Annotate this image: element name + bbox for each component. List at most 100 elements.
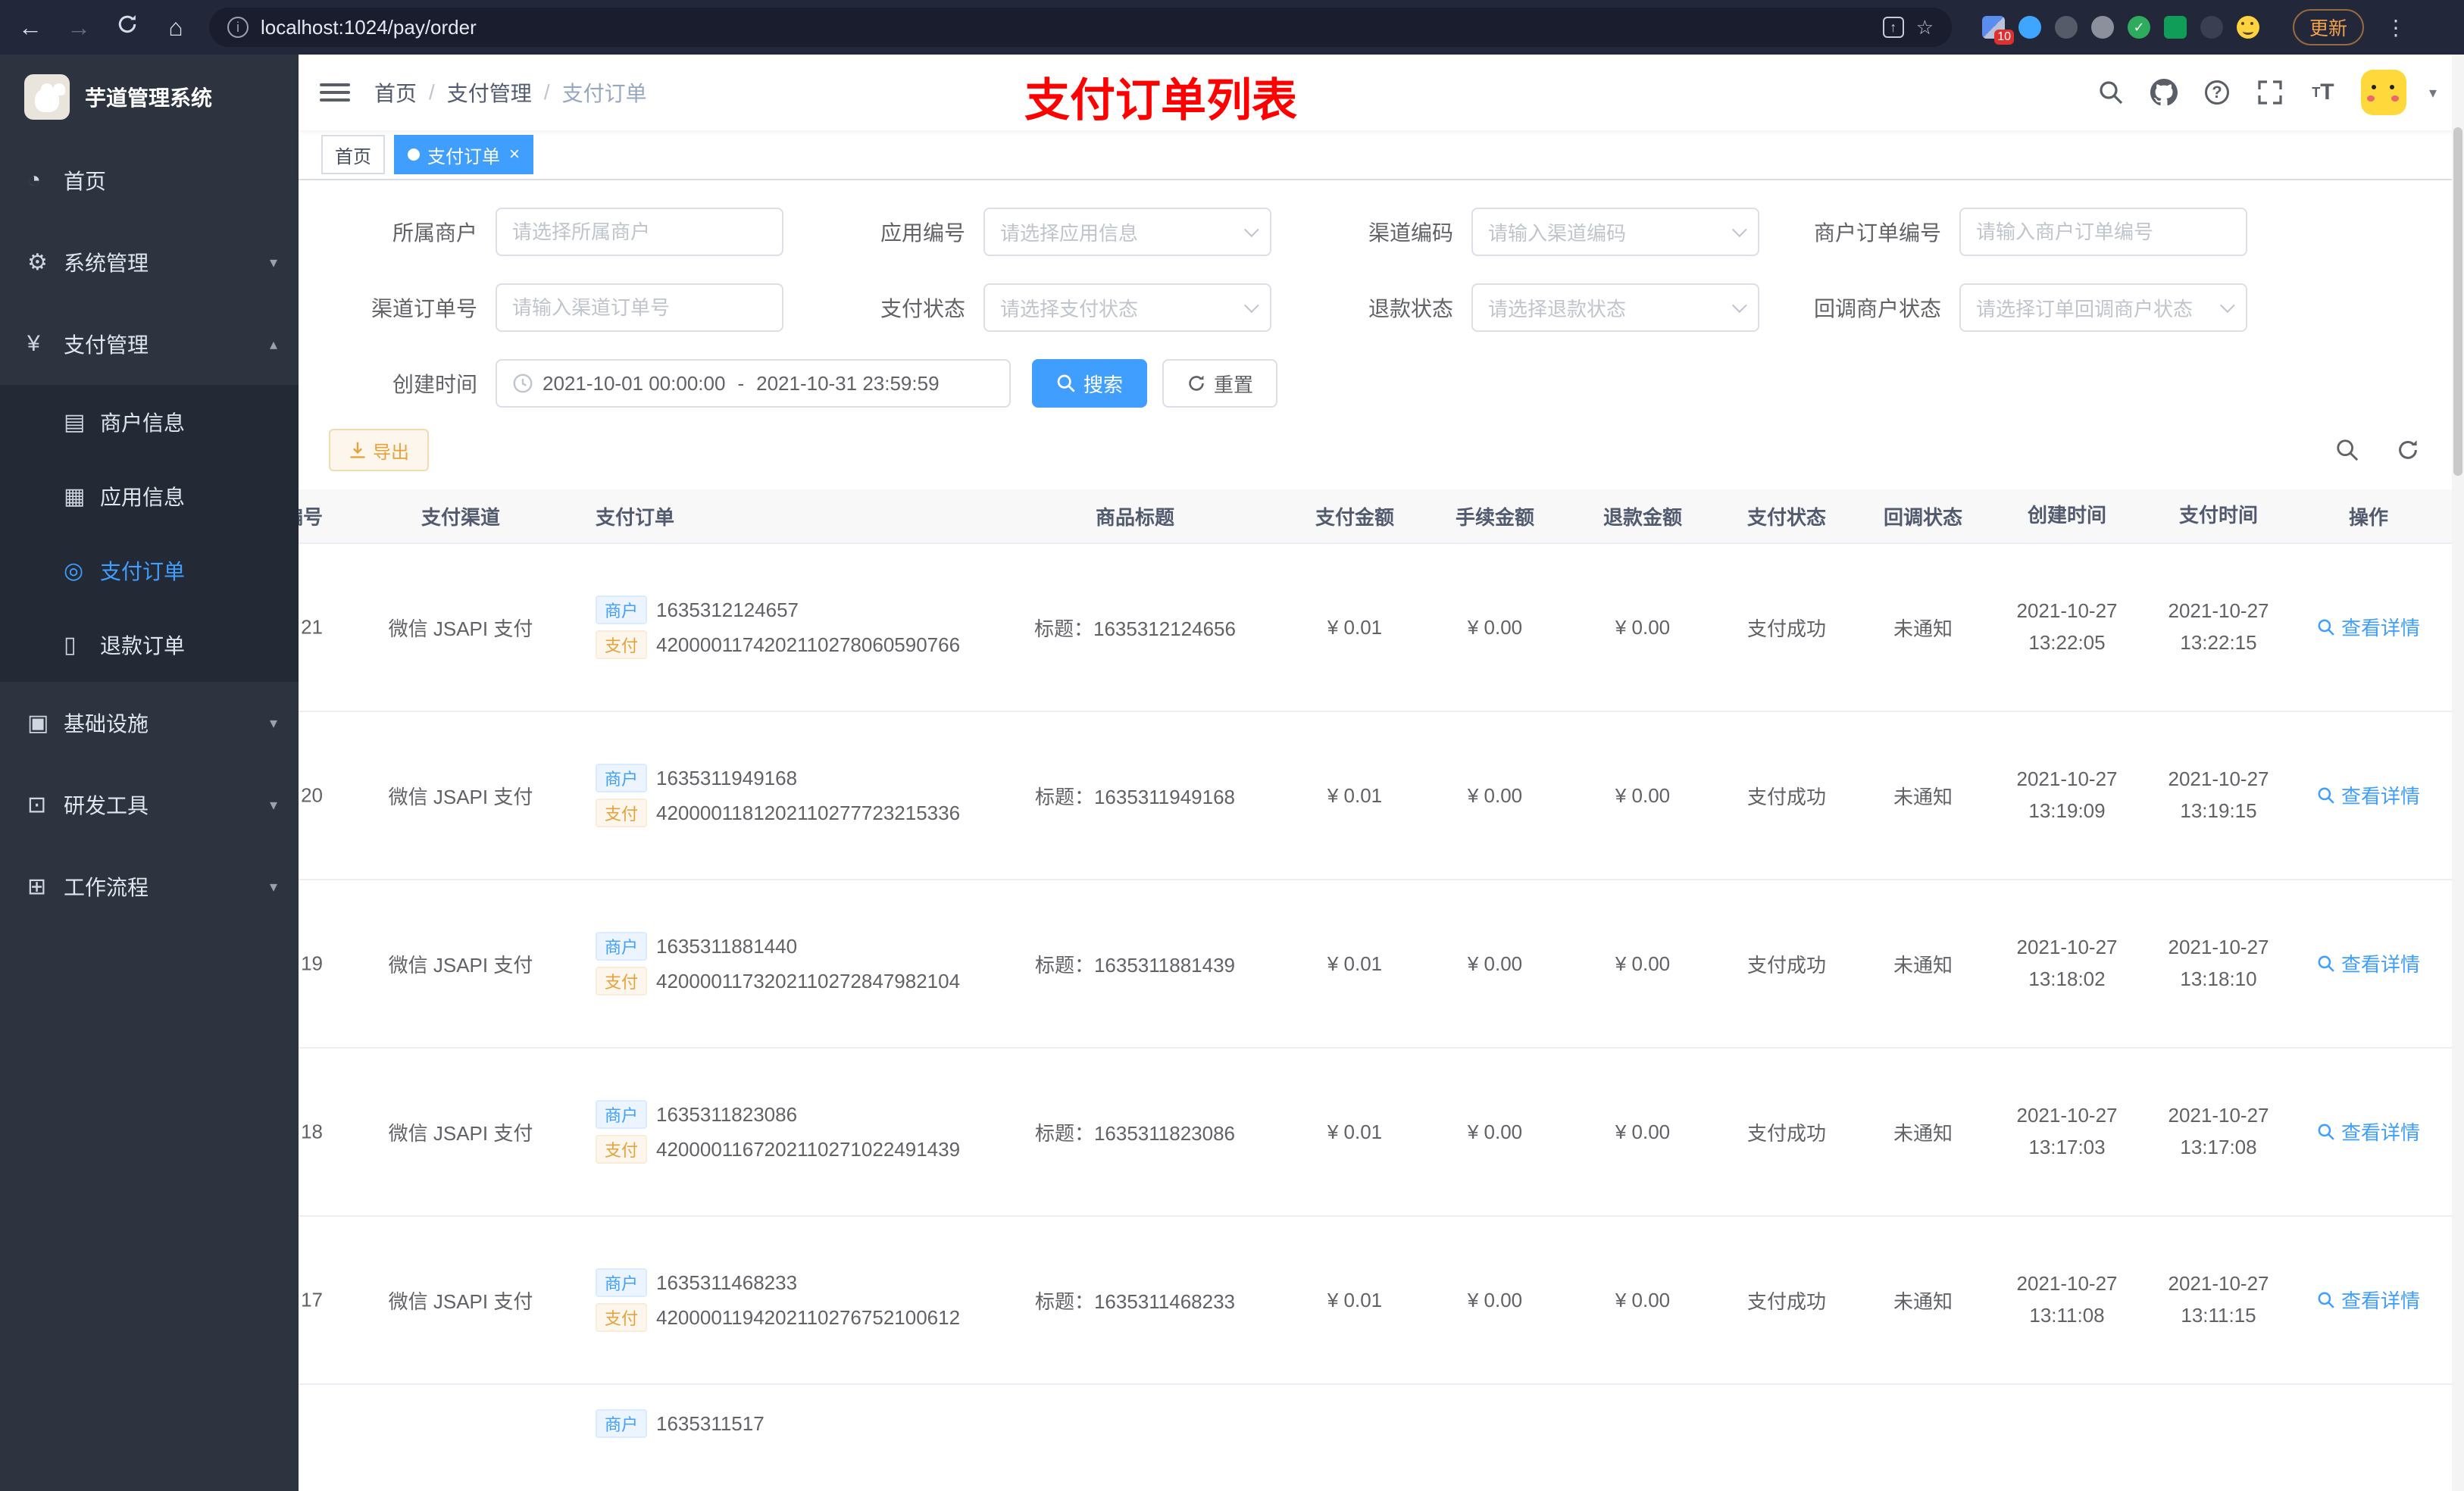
hide-search-icon[interactable] [2328,430,2367,470]
row-notify: 未通知 [1893,617,1953,640]
breadcrumb-home[interactable]: 首页 [374,77,417,108]
font-size-icon[interactable]: TT [2308,77,2338,108]
sidebar-item-system[interactable]: ⚙ 系统管理 ▾ [0,221,299,303]
col-notify: 回调状态 [1883,505,1962,529]
chevron-down-icon [2219,298,2235,314]
row-title: 标题：1635312124656 [1034,617,1236,640]
sidebar-item-pay[interactable]: ¥ 支付管理 ▴ [0,303,299,385]
view-detail-link[interactable]: 查看详情 [2317,1286,2420,1314]
row-paid: 2021-10-27 13:18:10 [2168,936,2269,990]
extension-green-square-icon[interactable] [2164,16,2187,39]
channel-order-no-input[interactable] [512,295,767,320]
view-detail-link[interactable]: 查看详情 [2317,781,2420,809]
sidebar-item-refund-order[interactable]: ▯ 退款订单 [0,608,299,682]
row-notify: 未通知 [1893,953,1953,977]
fullscreen-icon[interactable] [2255,77,2285,108]
bookmark-star-icon[interactable]: ☆ [1916,16,1934,39]
view-detail-link[interactable]: 查看详情 [2317,613,2420,641]
sidebar-item-merchant-info[interactable]: ▤ 商户信息 [0,385,299,459]
sidebar-item-home[interactable]: ◔ 首页 [0,139,299,221]
row-id: 19 [301,952,323,975]
reset-button[interactable]: 重置 [1162,359,1278,408]
filter-label-channel-code: 渠道编码 [1368,221,1453,245]
channel-code-select[interactable]: 请输入渠道编码 [1471,208,1759,256]
extension-pin-icon[interactable] [2200,16,2223,39]
pay-status-select[interactable]: 请选择支付状态 [983,283,1271,332]
filter-label-refund-status: 退款状态 [1368,297,1453,320]
chevron-down-icon[interactable]: ▾ [2429,83,2437,102]
site-info-icon[interactable]: i [227,17,249,38]
channel-order-no-field[interactable] [496,283,783,332]
row-amount: ¥ 0.01 [1327,783,1383,807]
merchant-select[interactable] [496,208,783,256]
sidebar-item-workflow[interactable]: ⊞ 工作流程 ▾ [0,846,299,927]
scrollbar-thumb[interactable] [2453,127,2462,476]
user-avatar[interactable] [2360,70,2406,115]
app-logo-row[interactable]: 芋道管理系统 [0,55,299,139]
profile-avatar-icon[interactable] [2237,16,2259,39]
merchant-order-no-field[interactable] [1959,208,2247,256]
date-range-picker[interactable]: 2021-10-01 00:00:00 - 2021-10-31 23:59:5… [496,359,1011,408]
url-text[interactable]: localhost:1024/pay/order [261,16,1871,39]
tab-home[interactable]: 首页 [321,135,385,174]
browser-back-icon[interactable]: ← [15,14,45,42]
row-created: 2021-10-27 13:11:08 [2016,1272,2118,1327]
extension-gray-icon[interactable] [2091,16,2114,39]
col-amount: 支付金额 [1315,505,1394,529]
row-paid: 2021-10-27 13:22:15 [2168,599,2269,654]
date-start-value[interactable]: 2021-10-01 00:00:00 [543,372,725,395]
sidebar-toggle-icon[interactable] [320,77,350,108]
search-icon[interactable] [2096,77,2126,108]
row-fee: ¥ 0.00 [1467,1120,1523,1143]
sidebar-item-infra[interactable]: ▣ 基础设施 ▾ [0,682,299,764]
monitor-icon: ▣ [27,710,49,736]
chevron-down-icon: ▾ [269,714,277,732]
extension-check-icon[interactable]: ✓ [2128,16,2150,39]
browser-forward-icon[interactable]: → [64,14,94,42]
merchant-order-no-input[interactable] [1976,220,2231,244]
help-icon[interactable]: ? [2202,77,2232,108]
chevron-down-icon: ▾ [269,254,277,271]
browser-home-icon[interactable]: ⌂ [161,14,191,42]
app-select[interactable]: 请选择应用信息 [983,208,1271,256]
refund-status-select[interactable]: 请选择退款状态 [1471,283,1759,332]
col-order: 支付订单 [596,505,675,529]
browser-update-button[interactable]: 更新 [2293,9,2365,45]
extension-dark-icon[interactable] [2055,16,2078,39]
clock-icon [513,374,533,393]
extensions-puzzle-icon[interactable]: 10 [1982,16,2014,45]
vertical-scrollbar[interactable] [2452,55,2464,1491]
browser-reload-icon[interactable] [112,13,142,42]
breadcrumb-pay[interactable]: 支付管理 [447,77,532,108]
sidebar-item-devtools[interactable]: ⊡ 研发工具 ▾ [0,764,299,846]
export-button[interactable]: 导出 [329,429,429,471]
date-end-value[interactable]: 2021-10-31 23:59:59 [756,372,939,395]
col-created: 创建时间 [2027,504,2106,527]
merchant-tag: 商户 [596,1268,648,1297]
pay-order-no: 4200001167202110271022491439 [656,1137,961,1161]
browser-menu-icon[interactable]: ⋮ [2385,15,2406,40]
active-dot [408,148,420,161]
address-bar[interactable]: i localhost:1024/pay/order ↑ ☆ [209,8,1952,47]
tab-pay-order[interactable]: 支付订单 × [394,135,534,174]
merchant-input[interactable] [512,220,767,244]
close-icon[interactable]: × [509,145,520,164]
sidebar-item-pay-order[interactable]: ◎ 支付订单 [0,533,299,608]
search-icon [2318,955,2334,972]
pay-order-no: 4200001194202110276752100612 [656,1305,961,1329]
view-detail-link[interactable]: 查看详情 [2317,1117,2420,1146]
view-detail-link[interactable]: 查看详情 [2317,949,2420,977]
notify-status-select[interactable]: 请选择订单回调商户状态 [1959,283,2247,332]
table-toolbar: 导出 [299,429,2464,471]
row-channel: 微信 JSAPI 支付 [388,1121,533,1145]
search-button[interactable]: 搜索 [1032,359,1148,408]
refresh-table-icon[interactable] [2388,430,2428,470]
row-fee: ¥ 0.00 [1467,615,1523,639]
filter-label-merchant: 所属商户 [392,221,477,245]
row-status: 支付成功 [1746,1121,1826,1145]
extension-drop-icon[interactable] [2018,16,2041,39]
github-icon[interactable] [2149,77,2179,108]
sidebar-item-app-info[interactable]: ▦ 应用信息 [0,459,299,533]
chevron-down-icon [1731,222,1747,238]
share-icon[interactable]: ↑ [1882,17,1904,38]
